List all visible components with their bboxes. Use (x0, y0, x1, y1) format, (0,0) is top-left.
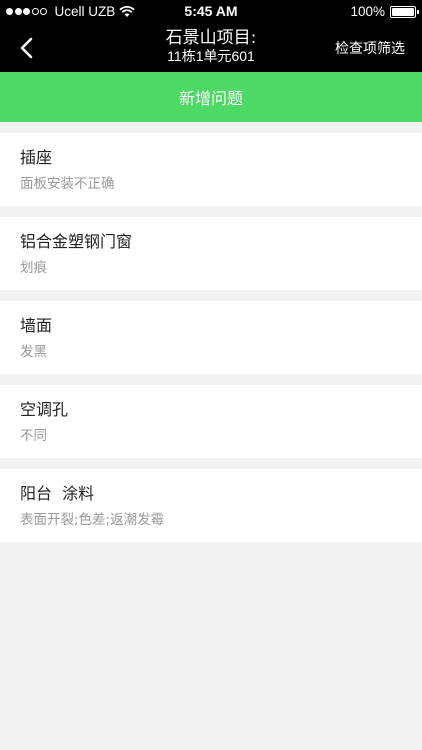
issue-title: 空调孔 (20, 400, 69, 419)
page-title: 石景山项目: 11栋1单元601 (100, 29, 322, 65)
issue-item[interactable]: 阳台 涂料 表面开裂;色差;返潮发霉 (0, 469, 422, 542)
page-title-unit: 11栋1单元601 (167, 48, 255, 64)
navigation-bar: 石景山项目: 11栋1单元601 检查项筛选 (0, 24, 422, 72)
issue-item[interactable]: 铝合金塑钢门窗 划痕 (0, 217, 422, 290)
add-issue-button[interactable]: 新增问题 (0, 72, 422, 122)
issue-title: 插座 (20, 148, 53, 167)
issue-list: 插座 面板安装不正确 铝合金塑钢门窗 划痕 墙面 发黑 空调孔 不同 阳台 涂料… (0, 133, 422, 553)
issue-detail: 发黑 (20, 344, 47, 360)
issue-detail: 表面开裂;色差;返潮发霉 (20, 512, 165, 528)
battery-icon (390, 5, 419, 18)
issue-item[interactable]: 插座 面板安装不正确 (0, 133, 422, 206)
issue-title: 阳台 涂料 (20, 484, 95, 503)
chevron-left-icon (20, 37, 33, 59)
issue-detail: 面板安装不正确 (20, 176, 115, 192)
battery-percentage: 100% (350, 4, 385, 19)
back-button[interactable] (10, 32, 42, 64)
issue-detail: 不同 (20, 428, 47, 444)
page-title-project: 石景山项目: (165, 28, 257, 48)
issue-title: 铝合金塑钢门窗 (20, 232, 133, 251)
issue-title: 墙面 (20, 316, 53, 335)
status-bar: Ucell UZB 5:45 AM 100% (0, 0, 422, 24)
issue-item[interactable]: 墙面 发黑 (0, 301, 422, 374)
issue-detail: 划痕 (20, 260, 47, 276)
issue-item[interactable]: 空调孔 不同 (0, 385, 422, 458)
filter-inspection-items-button[interactable]: 检查项筛选 (335, 38, 405, 58)
